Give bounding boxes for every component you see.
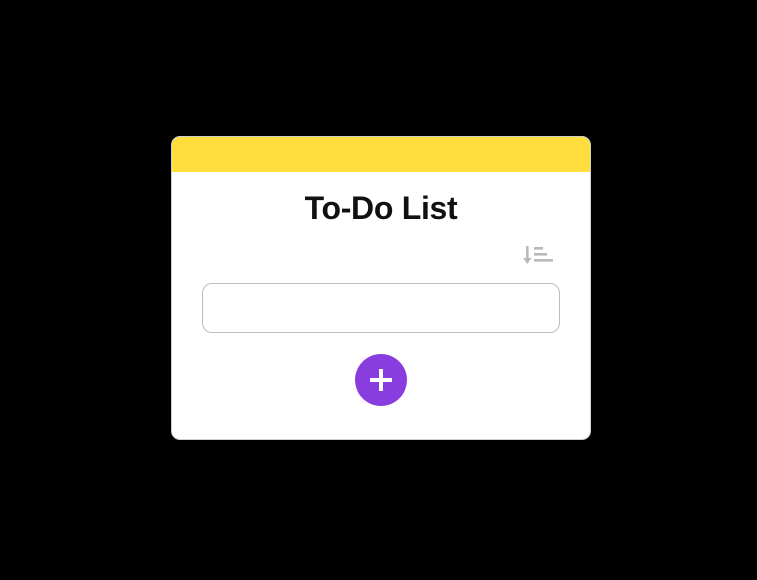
task-input-wrapper — [202, 283, 560, 333]
sort-descending-lines-icon — [523, 246, 553, 264]
add-task-button[interactable] — [355, 354, 407, 406]
plus-icon — [370, 369, 392, 391]
page-title: To-Do List — [304, 190, 458, 226]
sort-row — [172, 243, 590, 269]
todo-card: To-Do List — [171, 136, 591, 440]
task-input[interactable] — [202, 283, 560, 333]
add-row — [172, 354, 590, 406]
card-header-bar — [172, 137, 590, 172]
sort-button[interactable] — [522, 243, 556, 269]
